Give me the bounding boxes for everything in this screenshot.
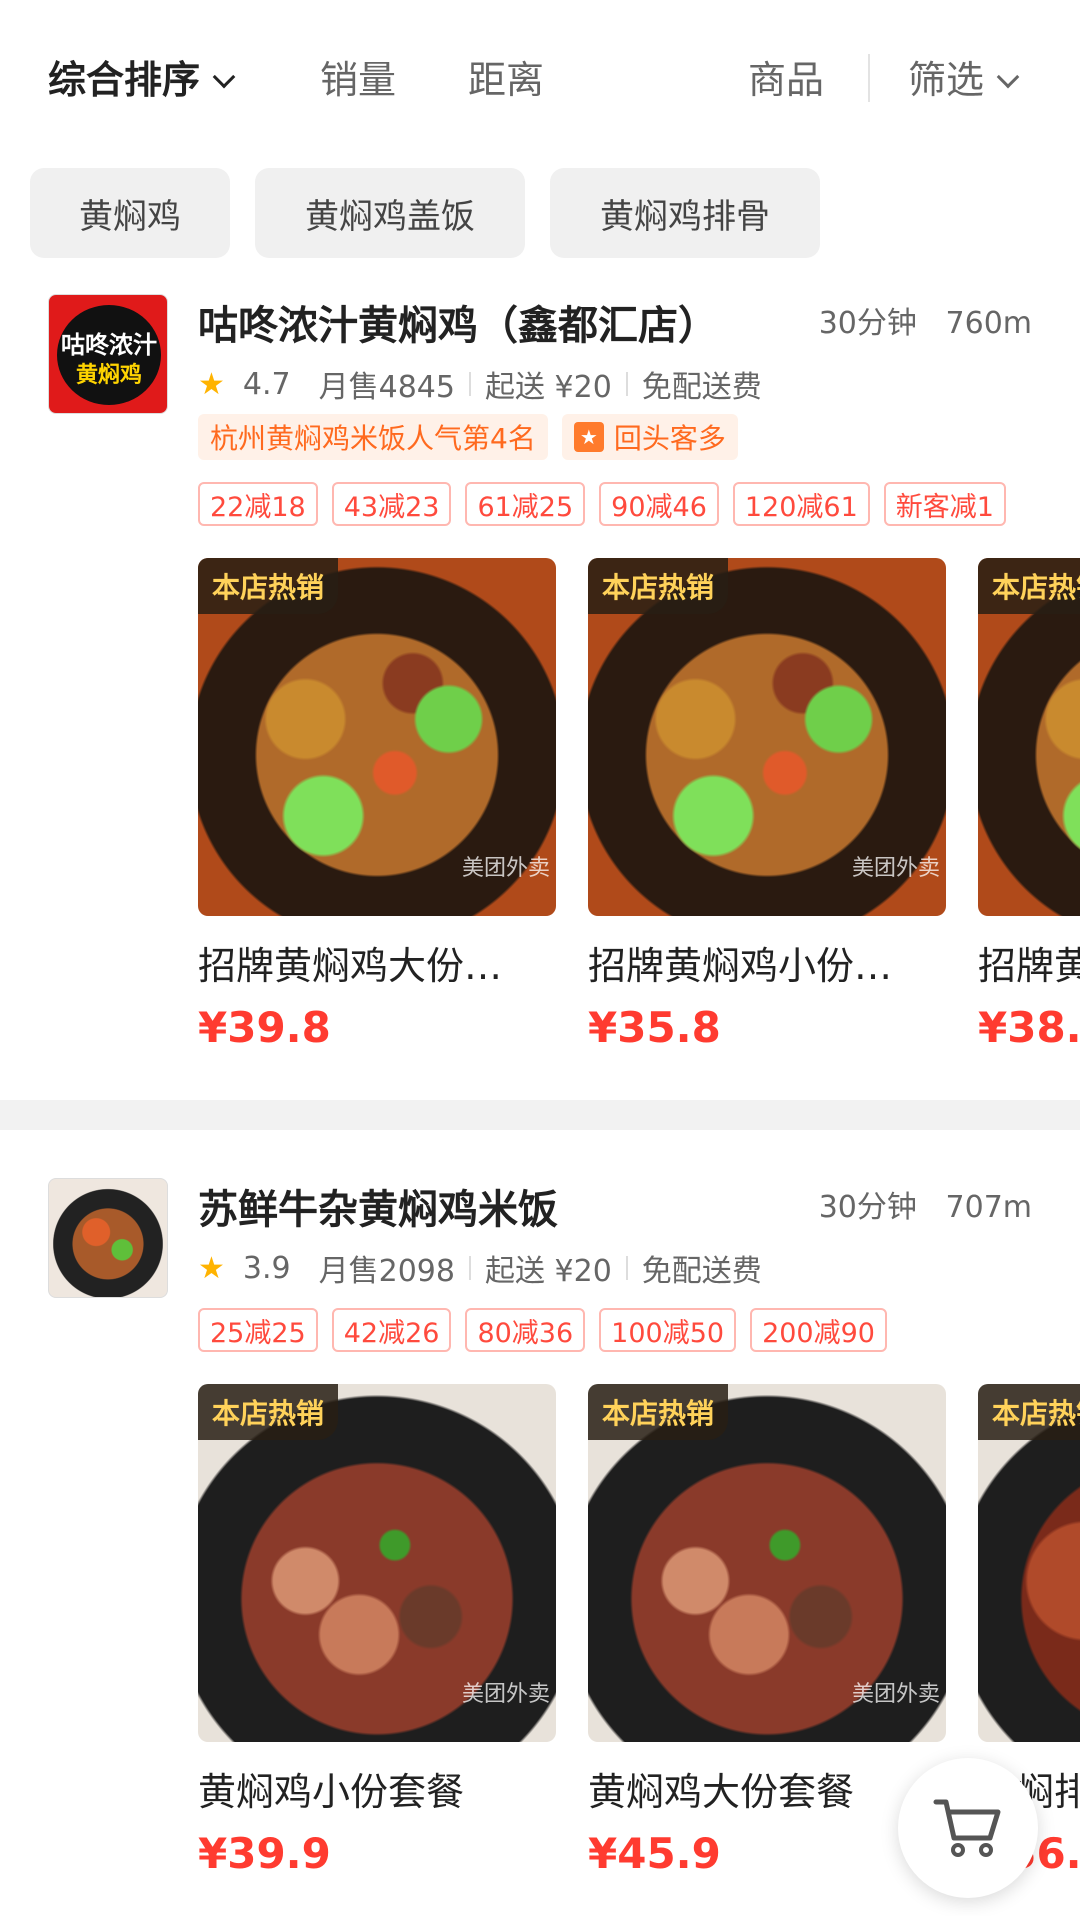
- promo-tag: 61减25: [465, 482, 586, 526]
- watermark: 美团外卖: [461, 1682, 550, 1707]
- store-eta: 30分钟 760m: [819, 296, 1032, 352]
- eta-time: 30分钟: [818, 1190, 917, 1225]
- product-card[interactable]: 本店热销 美团外卖 招牌黄焖鸡小份… ¥35.8: [588, 558, 946, 1054]
- product-name: 招牌黄: [978, 944, 1080, 988]
- chevron-down-icon: [212, 65, 236, 89]
- product-carousel[interactable]: 本店热销 美团外卖 招牌黄焖鸡大份… ¥39.8 本店热销 美团外卖 招牌黄焖鸡…: [198, 558, 1080, 1078]
- promo-tag: 22减18: [198, 482, 318, 526]
- watermark: 美团外卖: [851, 856, 940, 881]
- product-photo: 本店热销 美团外卖: [198, 558, 556, 916]
- product-card[interactable]: 本店热销 美团外卖 招牌黄焖鸡大份… ¥39.8: [198, 558, 556, 1054]
- star-icon: ★: [198, 366, 225, 402]
- filter-button[interactable]: 筛选: [908, 52, 1020, 108]
- hot-badge: 本店热销: [198, 1384, 339, 1440]
- promo-tag: 80减36: [465, 1308, 586, 1352]
- product-card[interactable]: 本店热销 美团外卖 黄焖鸡大份套餐 ¥45.9: [588, 1384, 946, 1880]
- rating: 4.7: [242, 366, 291, 402]
- watermark: 美团外卖: [461, 856, 550, 881]
- eta-time: 30分钟: [818, 306, 917, 341]
- product-photo: 本店热销 美团外卖: [588, 558, 946, 916]
- watermark: 美团外卖: [851, 1682, 940, 1707]
- delivery-fee: 免配送费: [641, 1254, 762, 1289]
- repeat-tag-label: 回头客多: [613, 422, 726, 455]
- logo-text: 咕咚浓汁: [61, 331, 157, 359]
- product-card[interactable]: 本店热销 招牌黄 ¥38.8: [978, 558, 1080, 1054]
- product-price: ¥35.8: [588, 1003, 721, 1052]
- sort-comprehensive[interactable]: 综合排序: [48, 52, 236, 108]
- store-meta: ★ 4.7 月售4845 起送 ¥20 免配送费: [198, 362, 762, 406]
- store-logo: [48, 1178, 168, 1298]
- product-name: 招牌黄焖鸡小份…: [588, 944, 893, 988]
- product-photo: 本店热销: [978, 1384, 1080, 1742]
- delivery-fee: 免配送费: [641, 370, 762, 405]
- section-divider: [0, 1100, 1080, 1130]
- store-logo: 咕咚浓汁 黄焖鸡: [48, 294, 168, 414]
- repeat-tag: ★ 回头客多: [561, 414, 738, 460]
- product-card[interactable]: 本店热销 美团外卖 黄焖鸡小份套餐 ¥39.9: [198, 1384, 556, 1880]
- product-name: 黄焖鸡大份套餐: [588, 1770, 855, 1814]
- hot-badge: 本店热销: [978, 558, 1080, 614]
- promo-tag: 90减46: [599, 482, 719, 526]
- sort-bar: 综合排序 销量 距离 商品 筛选: [0, 0, 1080, 160]
- promo-tag: 100减50: [599, 1308, 737, 1352]
- product-photo: 本店热销 美团外卖: [198, 1384, 556, 1742]
- sort-goods[interactable]: 商品: [748, 52, 824, 108]
- rating: 3.9: [242, 1250, 291, 1286]
- monthly-sales: 月售2098: [318, 1254, 455, 1289]
- product-price: ¥45.9: [588, 1829, 721, 1878]
- store-name: 苏鲜牛杂黄焖鸡米饭: [198, 1187, 558, 1233]
- hot-badge: 本店热销: [978, 1384, 1080, 1440]
- store-name: 咕咚浓汁黄焖鸡（鑫都汇店）: [198, 303, 718, 349]
- promo-tag: 25减25: [198, 1308, 318, 1352]
- min-order: 起送 ¥20: [484, 370, 612, 405]
- product-name: 黄焖鸡小份套餐: [198, 1770, 465, 1814]
- filter-label: 筛选: [908, 58, 985, 102]
- product-price: ¥38.8: [978, 1003, 1080, 1052]
- cart-icon: [933, 1799, 1001, 1857]
- chip-keyword[interactable]: 黄焖鸡: [30, 168, 230, 258]
- product-photo: 本店热销 美团外卖: [588, 1384, 946, 1742]
- promo-tag: 42减26: [331, 1308, 452, 1352]
- hot-badge: 本店热销: [588, 558, 729, 614]
- store-eta: 30分钟 707m: [819, 1180, 1032, 1236]
- divider: [868, 54, 870, 102]
- promo-tags: 22减18 43减23 61减25 90减46 120减61 新客减1: [198, 482, 1006, 526]
- rank-tag: 杭州黄焖鸡米饭人气第4名: [198, 414, 548, 460]
- star-badge-icon: ★: [573, 422, 604, 452]
- chevron-down-icon: [996, 65, 1020, 89]
- hot-badge: 本店热销: [198, 558, 339, 614]
- monthly-sales: 月售4845: [318, 370, 455, 405]
- promo-tags: 25减25 42减26 80减36 100减50 200减90: [198, 1308, 887, 1352]
- cart-button[interactable]: [898, 1758, 1038, 1898]
- product-name: 招牌黄焖鸡大份…: [198, 944, 503, 988]
- promo-tag: 43减23: [331, 482, 452, 526]
- eta-distance: 760m: [945, 306, 1032, 341]
- chip-keyword[interactable]: 黄焖鸡排骨: [550, 168, 820, 258]
- sort-sales[interactable]: 销量: [320, 52, 396, 108]
- hot-badge: 本店热销: [588, 1384, 729, 1440]
- promo-tag: 新客减1: [883, 482, 1006, 526]
- logo-text: 黄焖鸡: [75, 363, 142, 388]
- promo-tag: 200减90: [750, 1308, 887, 1352]
- store-meta: ★ 3.9 月售2098 起送 ¥20 免配送费: [198, 1246, 762, 1290]
- product-price: ¥39.8: [198, 1003, 331, 1052]
- star-icon: ★: [198, 1250, 225, 1286]
- product-price: ¥39.9: [198, 1829, 331, 1878]
- product-photo: 本店热销: [978, 558, 1080, 916]
- rank-tags: 杭州黄焖鸡米饭人气第4名 ★ 回头客多: [198, 414, 738, 460]
- min-order: 起送 ¥20: [484, 1254, 612, 1289]
- sort-distance[interactable]: 距离: [468, 52, 544, 108]
- promo-tag: 120减61: [732, 482, 870, 526]
- sort-comprehensive-label: 综合排序: [48, 58, 201, 102]
- chip-keyword[interactable]: 黄焖鸡盖饭: [255, 168, 525, 258]
- eta-distance: 707m: [945, 1190, 1032, 1225]
